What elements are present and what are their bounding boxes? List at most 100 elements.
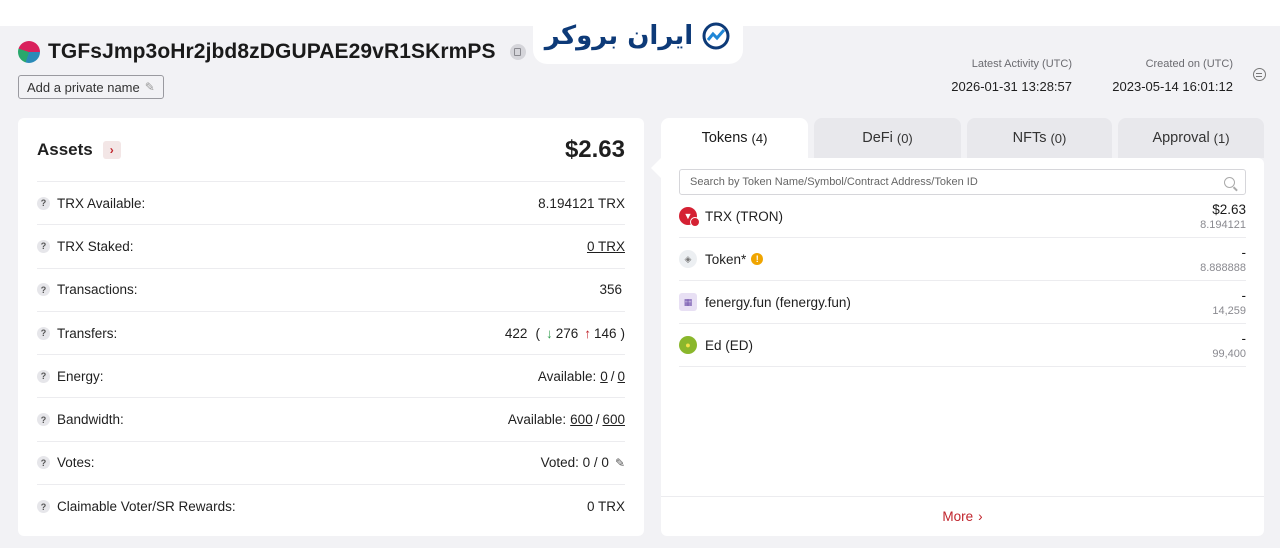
votes-value: Voted: 0 / 0 <box>540 455 609 471</box>
row-label: TRX Available: <box>57 195 146 211</box>
tron-logo-icon: ▼ <box>679 207 700 227</box>
assets-title-wrap[interactable]: Assets › <box>37 140 121 160</box>
assets-title: Assets <box>37 139 93 159</box>
row-bandwidth: ? Bandwidth: Available: 600 / 600 <box>37 398 625 442</box>
row-label: Votes: <box>57 455 95 471</box>
help-icon[interactable]: ? <box>37 369 50 383</box>
row-value: 8.194121 TRX <box>538 195 625 211</box>
transfers-total: 422 <box>504 325 528 341</box>
latest-activity: Latest Activity (UTC) 2026-01-31 13:28:5… <box>951 58 1072 94</box>
help-icon[interactable]: ? <box>37 239 50 253</box>
row-label: Claimable Voter/SR Rewards: <box>57 499 236 515</box>
logo-chart-icon <box>702 22 730 50</box>
tab-count: (0) <box>896 130 913 146</box>
energy-total-link[interactable]: 0 <box>617 369 625 384</box>
transfers-in: 276 <box>555 325 579 341</box>
tab-approval[interactable]: Approval (1) <box>1118 118 1264 158</box>
token-value: - <box>1241 330 1247 346</box>
help-icon[interactable]: ? <box>37 326 50 340</box>
help-icon[interactable]: ? <box>37 456 50 470</box>
token-row-trx[interactable]: ▼ TRX (TRON) $2.63 8.194121 <box>679 195 1246 238</box>
row-label: Bandwidth: <box>57 412 124 428</box>
energy-available-link[interactable]: 0 <box>600 369 608 384</box>
pencil-icon: ✎ <box>144 80 155 94</box>
row-value: 356 <box>599 282 622 298</box>
row-votes: ? Votes: Voted: 0 / 0 ✎ <box>37 442 625 486</box>
tab-label: DeFi <box>862 130 893 146</box>
row-label: Energy: <box>57 368 104 384</box>
row-energy: ? Energy: Available: 0 / 0 <box>37 355 625 399</box>
ed-logo-icon: ● <box>679 336 697 354</box>
energy-prefix: Available: <box>537 368 597 384</box>
latest-activity-value: 2026-01-31 13:28:57 <box>951 79 1072 94</box>
more-link[interactable]: More › <box>661 496 1264 536</box>
slash: / <box>595 412 600 428</box>
row-trx-staked: ? TRX Staked: 0 TRX <box>37 225 625 269</box>
avatar <box>18 41 40 63</box>
bandwidth-prefix: Available: <box>507 412 567 428</box>
tab-count: (4) <box>751 130 768 146</box>
token-amount: 14,259 <box>1212 304 1246 317</box>
tab-tokens[interactable]: Tokens (4) <box>661 118 808 158</box>
chevron-right-icon[interactable]: › <box>102 140 121 159</box>
generic-token-icon: ◈ <box>679 250 697 268</box>
token-value: - <box>1241 244 1247 260</box>
row-trx-available: ? TRX Available: 8.194121 TRX <box>37 182 625 226</box>
tab-label: Tokens <box>701 130 748 146</box>
search-icon[interactable] <box>1224 176 1235 188</box>
assets-total: $2.63 <box>564 135 625 163</box>
edit-votes-icon[interactable]: ✎ <box>615 456 625 470</box>
bandwidth-available-link[interactable]: 600 <box>570 412 593 427</box>
token-amount: 8.888888 <box>1200 261 1246 274</box>
row-transactions: ? Transactions: 356 <box>37 269 625 312</box>
help-icon[interactable]: ? <box>37 196 50 210</box>
bandwidth-total-link[interactable]: 600 <box>602 412 625 427</box>
copy-icon[interactable] <box>509 44 526 60</box>
token-name: Token* <box>705 251 747 267</box>
tab-count: (0) <box>1050 130 1067 146</box>
help-icon[interactable]: ? <box>37 413 50 427</box>
search-placeholder: Search by Token Name/Symbol/Contract Add… <box>690 176 978 188</box>
more-label: More <box>942 509 974 524</box>
tab-bar: Tokens (4) DeFi (0) NFTs (0) Approval (1) <box>661 118 1264 158</box>
paren-open: ( <box>535 325 540 341</box>
tab-count: (1) <box>1213 130 1230 146</box>
paren-close: ) <box>620 325 626 341</box>
card-pointer <box>651 158 661 178</box>
tab-label: Approval <box>1152 130 1210 146</box>
token-row-ed[interactable]: ● Ed (ED) - 99,400 <box>679 324 1246 367</box>
logo-text: ایران بروکر <box>544 21 694 51</box>
fenergy-logo-icon: ▦ <box>679 293 697 311</box>
address-header: TGFsJmp3oHr2jbd8zDGUPAE29vR1SKrmPS <box>18 40 526 64</box>
latest-activity-label: Latest Activity (UTC) <box>971 58 1072 70</box>
help-icon[interactable]: ? <box>37 283 50 297</box>
tab-defi[interactable]: DeFi (0) <box>814 118 961 158</box>
token-row-fenergy[interactable]: ▦ fenergy.fun (fenergy.fun) - 14,259 <box>679 281 1246 324</box>
row-label: TRX Staked: <box>57 238 134 254</box>
row-label: Transfers: <box>57 325 118 341</box>
assets-header: Assets › $2.63 <box>37 118 625 182</box>
token-name: fenergy.fun (fenergy.fun) <box>705 294 851 310</box>
help-icon[interactable]: ? <box>37 500 50 514</box>
slash: / <box>610 368 615 384</box>
token-value: $2.63 <box>1212 201 1246 217</box>
add-private-name-button[interactable]: Add a private name ✎ <box>18 75 164 99</box>
tokens-body: Search by Token Name/Symbol/Contract Add… <box>661 158 1264 536</box>
tokens-panel: Tokens (4) DeFi (0) NFTs (0) Approval (1) Se… <box>661 118 1264 536</box>
created-on-value: 2023-05-14 16:01:12 <box>1112 79 1233 94</box>
row-rewards: ? Claimable Voter/SR Rewards: 0 TRX <box>37 485 625 528</box>
chevron-right-icon: › <box>978 509 983 524</box>
private-name-label: Add a private name <box>27 79 140 95</box>
token-name: Ed (ED) <box>705 337 754 353</box>
settings-icon[interactable] <box>1253 68 1266 81</box>
trx-staked-link[interactable]: 0 TRX <box>587 239 625 254</box>
token-row-token[interactable]: ◈ Token* ! - 8.888888 <box>679 238 1246 281</box>
token-value: - <box>1241 287 1247 303</box>
created-on-label: Created on (UTC) <box>1145 58 1233 70</box>
arrow-down-icon: ↓ <box>545 325 553 341</box>
tab-nfts[interactable]: NFTs (0) <box>967 118 1112 158</box>
token-search-input[interactable]: Search by Token Name/Symbol/Contract Add… <box>679 169 1246 195</box>
row-value: 0 TRX <box>586 499 625 515</box>
token-name: TRX (TRON) <box>705 208 783 224</box>
created-on: Created on (UTC) 2023-05-14 16:01:12 <box>1112 58 1233 94</box>
